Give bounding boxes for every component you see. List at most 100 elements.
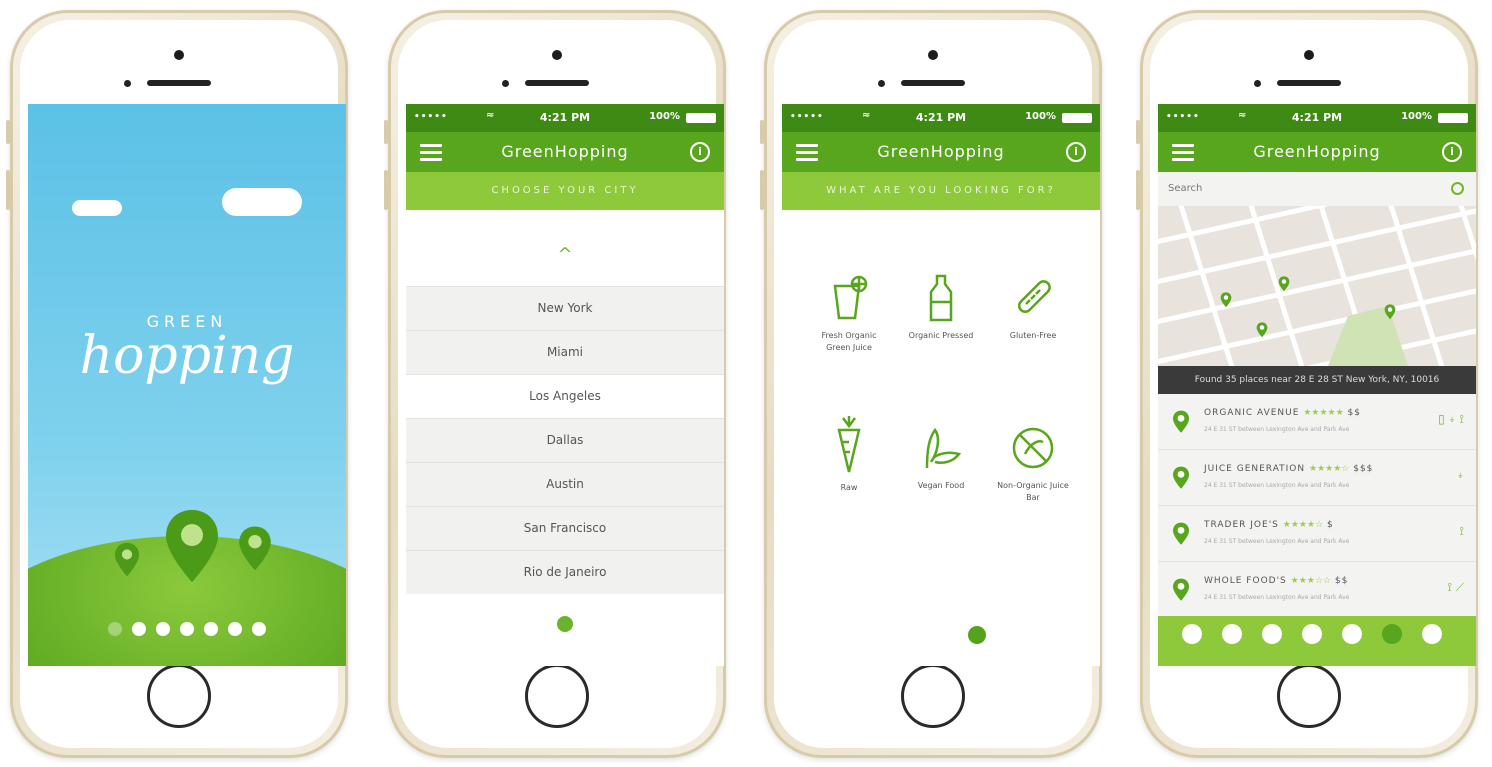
bottle-icon: [929, 274, 953, 322]
phone-categories: ••••• ≈ 4:21 PM 100% GreenHopping i WHAT…: [760, 10, 1102, 758]
place-row[interactable]: ORGANIC AVENUE ★★★★★ $$ 24 E 31 ST betwe…: [1158, 394, 1476, 450]
map-pin-icon: [1173, 522, 1189, 545]
map-pin-icon: [1173, 410, 1189, 433]
city-item[interactable]: Austin: [406, 462, 724, 506]
battery-percent: 100%: [649, 111, 680, 122]
app-title: GreenHopping: [877, 142, 1005, 161]
battery-icon: [1062, 113, 1092, 123]
city-item-selected[interactable]: Los Angeles: [406, 374, 724, 418]
navbar: GreenHopping i: [406, 132, 724, 172]
navbar: GreenHopping i: [1158, 132, 1476, 172]
apple-icon[interactable]: [557, 616, 573, 632]
category-label: Organic Pressed: [908, 331, 974, 340]
map-pin-icon: [1173, 578, 1189, 601]
info-icon[interactable]: i: [1066, 142, 1086, 162]
city-item[interactable]: New York: [406, 286, 724, 330]
place-name: WHOLE FOOD'S: [1204, 576, 1287, 586]
city-item[interactable]: Dallas: [406, 418, 724, 462]
place-tags: ⍖: [1456, 468, 1464, 482]
map-pin-icon[interactable]: [1278, 276, 1290, 292]
info-icon[interactable]: i: [1442, 142, 1462, 162]
page-dot[interactable]: [252, 622, 266, 636]
no-symbol-icon: [1012, 427, 1054, 469]
place-title: ORGANIC AVENUE ★★★★★ $$: [1204, 408, 1361, 418]
location-tab[interactable]: [1182, 624, 1202, 644]
status-bar: ••••• ≈ 4:21 PM 100%: [406, 104, 724, 132]
battery-icon: [1438, 113, 1468, 123]
bread-icon: [1017, 280, 1051, 314]
up-tab[interactable]: [1382, 624, 1402, 644]
place-name: JUICE GENERATION: [1204, 464, 1306, 474]
page-dot[interactable]: [108, 622, 122, 636]
category-non-organic[interactable]: Non-Organic Juice Bar: [994, 424, 1072, 504]
price-level: $$$: [1353, 464, 1374, 474]
search-bar[interactable]: Search: [1158, 172, 1476, 206]
juice-cup-icon: [833, 275, 868, 320]
map-pin-icon[interactable]: [1384, 304, 1396, 320]
page-indicator[interactable]: [968, 626, 986, 644]
category-gluten-free[interactable]: Gluten-Free: [994, 274, 1072, 342]
page-dot[interactable]: [204, 622, 218, 636]
place-row[interactable]: JUICE GENERATION ★★★★☆ $$$ 24 E 31 ST be…: [1158, 450, 1476, 506]
search-input[interactable]: Search: [1168, 183, 1202, 194]
status-bar: ••••• ≈ 4:21 PM 100%: [782, 104, 1100, 132]
home-button[interactable]: [147, 664, 211, 728]
info-icon[interactable]: i: [690, 142, 710, 162]
star-tab[interactable]: [1342, 624, 1362, 644]
map-streets: [1158, 206, 1476, 366]
place-address: 24 E 31 ST between Lexington Ave and Par…: [1204, 538, 1350, 545]
heart-tab[interactable]: [1262, 624, 1282, 644]
phone-choose-city: ••••• ≈ 4:21 PM 100% GreenHopping i CHOO…: [384, 10, 726, 758]
chat-tab[interactable]: [1222, 624, 1242, 644]
category-juice[interactable]: Fresh Organic Green Juice: [810, 274, 888, 354]
star-rating: ★★★★☆: [1282, 520, 1324, 530]
price-level: $: [1326, 520, 1334, 530]
map-pin-icon: [114, 542, 140, 577]
home-button[interactable]: [901, 664, 965, 728]
phone-map: ••••• ≈ 4:21 PM 100% GreenHopping i Sear…: [1136, 10, 1478, 758]
phone-splash: GREEN hopping: [6, 10, 348, 758]
speaker: [147, 80, 211, 86]
status-bar: ••••• ≈ 4:21 PM 100%: [1158, 104, 1476, 132]
category-pressed[interactable]: Organic Pressed: [902, 274, 980, 342]
navbar: GreenHopping i: [782, 132, 1100, 172]
category-label: Raw: [840, 483, 858, 492]
home-button[interactable]: [1277, 664, 1341, 728]
category-raw[interactable]: Raw: [810, 414, 888, 494]
price-level: $$: [1334, 576, 1349, 586]
place-title: WHOLE FOOD'S ★★★☆☆ $$: [1204, 576, 1348, 586]
page-indicator[interactable]: [28, 621, 346, 640]
city-item[interactable]: San Francisco: [406, 506, 724, 550]
map-pin-icon[interactable]: [1256, 322, 1268, 338]
star-rating: ★★★☆☆: [1290, 576, 1331, 586]
city-list: New York Miami Los Angeles Dallas Austin…: [406, 286, 724, 594]
star-rating: ★★★★☆: [1309, 464, 1350, 474]
camera: [174, 50, 184, 60]
check-tab[interactable]: [1302, 624, 1322, 644]
home-button[interactable]: [525, 664, 589, 728]
map-pin-icon: [239, 526, 271, 571]
places-list: ORGANIC AVENUE ★★★★★ $$ 24 E 31 ST betwe…: [1158, 394, 1476, 618]
map-pin-icon: [1173, 466, 1189, 489]
place-row[interactable]: WHOLE FOOD'S ★★★☆☆ $$ 24 E 31 ST between…: [1158, 562, 1476, 618]
chevron-up-icon[interactable]: ^: [406, 244, 724, 265]
place-row[interactable]: TRADER JOE'S ★★★★☆ $ 24 E 31 ST between …: [1158, 506, 1476, 562]
category-label: Non-Organic Juice Bar: [997, 481, 1069, 502]
city-item[interactable]: Rio de Janeiro: [406, 550, 724, 594]
app-title: GreenHopping: [501, 142, 629, 161]
category-vegan[interactable]: Vegan Food: [902, 424, 980, 492]
map-view[interactable]: [1158, 206, 1476, 366]
cart-tab[interactable]: [1422, 624, 1442, 644]
cloud-icon: [72, 200, 122, 216]
battery-percent: 100%: [1401, 111, 1432, 122]
battery-icon: [686, 113, 716, 123]
page-dot[interactable]: [132, 622, 146, 636]
map-screen: ••••• ≈ 4:21 PM 100% GreenHopping i Sear…: [1158, 104, 1476, 666]
page-dot[interactable]: [180, 622, 194, 636]
page-dot[interactable]: [156, 622, 170, 636]
place-title: JUICE GENERATION ★★★★☆ $$$: [1204, 464, 1373, 474]
city-item[interactable]: Miami: [406, 330, 724, 374]
search-icon[interactable]: [1451, 182, 1464, 195]
page-dot[interactable]: [228, 622, 242, 636]
map-pin-icon[interactable]: [1220, 292, 1232, 308]
